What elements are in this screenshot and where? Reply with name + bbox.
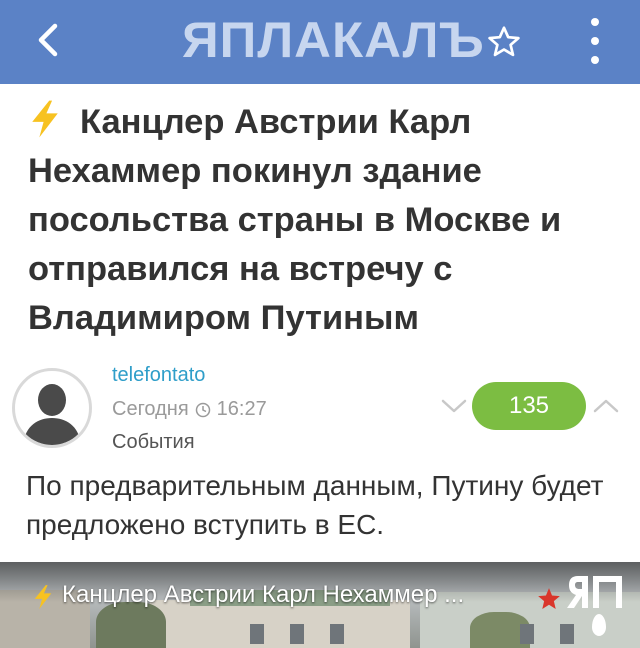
post-category-link[interactable]: События: [112, 431, 195, 454]
back-button[interactable]: [28, 18, 68, 62]
chevron-down-icon: [441, 399, 467, 413]
post-title: Канцлер Австрии Карл Нехаммер покинул зд…: [28, 103, 562, 337]
clock-icon: [195, 402, 210, 417]
site-logo[interactable]: ЯПЛАКАЛЪ: [182, 12, 485, 68]
lightning-icon: [32, 100, 58, 138]
chevron-up-icon: [593, 399, 619, 413]
red-star-icon: [538, 588, 560, 609]
vote-down-button[interactable]: [440, 394, 468, 418]
chevron-left-icon: [38, 23, 58, 57]
user-silhouette-icon: [23, 384, 81, 445]
yap-watermark-logo: [567, 576, 622, 608]
rating-badge: 135: [472, 382, 586, 430]
vote-up-button[interactable]: [592, 394, 620, 418]
top-app-bar: ЯПЛАКАЛЪ: [0, 0, 640, 84]
post-title-block: Канцлер Австрии Карл Нехаммер покинул зд…: [28, 98, 618, 343]
more-menu-button[interactable]: [580, 18, 610, 64]
more-vertical-icon: [591, 18, 599, 26]
drop-icon: [592, 614, 606, 636]
author-avatar[interactable]: [12, 368, 92, 448]
video-title: Канцлер Австрии Карл Нехаммер ...: [62, 581, 465, 608]
favorite-button[interactable]: [484, 22, 524, 62]
post-date-label: Сегодня: [112, 398, 189, 420]
post-date: Сегодня 16:27: [112, 398, 267, 421]
lightning-icon: [34, 585, 52, 609]
video-preview[interactable]: Канцлер Австрии Карл Нехаммер ...: [0, 562, 640, 648]
author-name-link[interactable]: telefontato: [112, 364, 205, 387]
post-body: По предварительным данным, Путину будет …: [26, 470, 604, 540]
post-time: 16:27: [216, 398, 267, 420]
star-outline-icon: [488, 26, 520, 57]
